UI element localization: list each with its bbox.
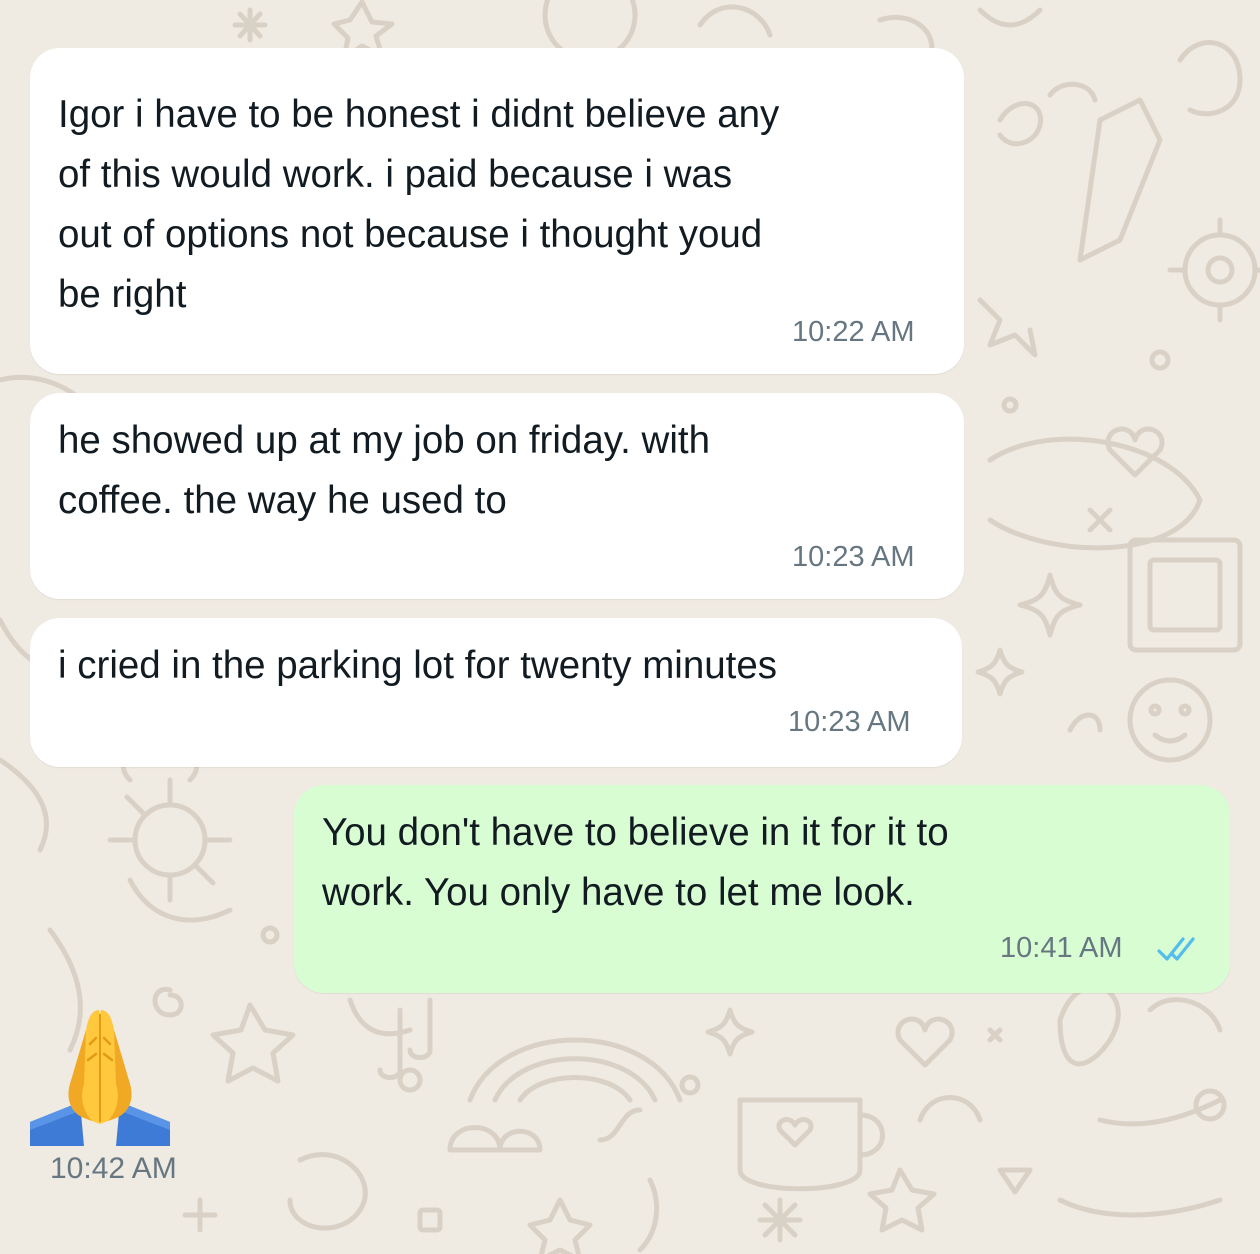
message-timestamp: 10:41 AM	[1000, 932, 1123, 964]
outgoing-message-bubble[interactable]: You don't have to believe in it for it t…	[294, 785, 1230, 993]
message-timestamp: 10:22 AM	[792, 316, 915, 348]
folded-hands-emoji	[30, 1010, 170, 1146]
double-check-read-icon	[1157, 937, 1195, 961]
message-timestamp: 10:23 AM	[792, 541, 915, 573]
incoming-message-bubble[interactable]: i cried in the parking lot for twenty mi…	[30, 618, 962, 767]
message-text: i cried in the parking lot for twenty mi…	[58, 644, 777, 687]
incoming-message-bubble[interactable]: he showed up at my job on friday. with c…	[30, 393, 964, 599]
message-text: You don't have to believe in it for it t…	[322, 811, 949, 914]
message-text: he showed up at my job on friday. with c…	[58, 419, 710, 522]
message-text: Igor i have to be honest i didnt believe…	[58, 93, 780, 316]
incoming-message-bubble[interactable]: Igor i have to be honest i didnt believe…	[30, 48, 964, 374]
chat-conversation: Igor i have to be honest i didnt believe…	[0, 0, 1260, 1254]
message-timestamp: 10:42 AM	[50, 1152, 177, 1185]
message-timestamp: 10:23 AM	[788, 706, 911, 738]
